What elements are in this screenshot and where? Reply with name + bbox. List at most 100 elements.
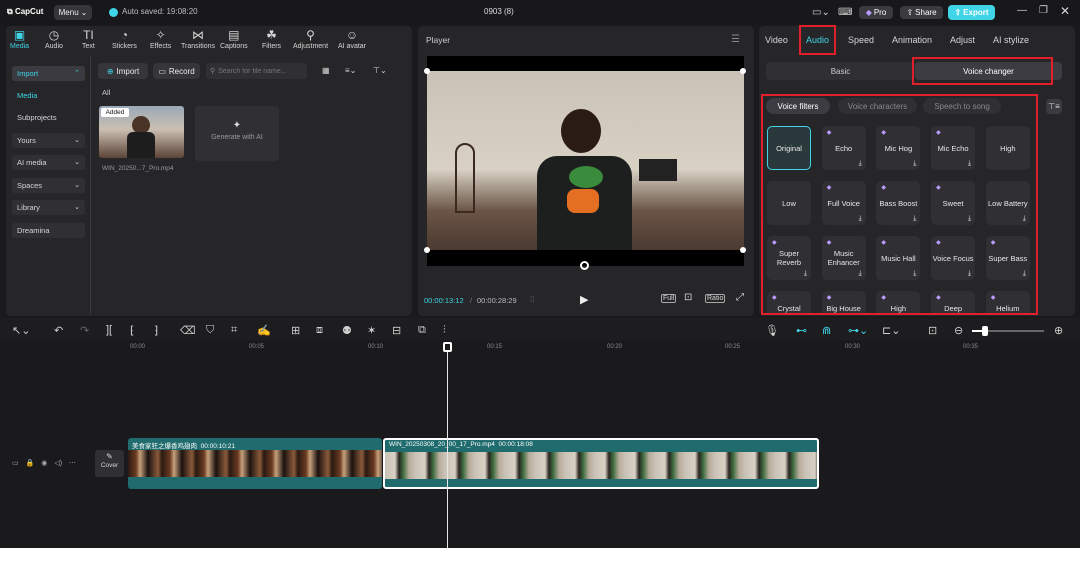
tab-adjustment[interactable]: ⚲ Adjustment <box>293 29 328 51</box>
zoom-out-icon[interactable]: ⊖ <box>954 324 963 337</box>
search-input[interactable] <box>218 67 307 75</box>
timeline-clip-2[interactable]: WIN_20250308_20_00_17_Pro.mp4 00:00:18:0… <box>383 438 819 489</box>
filter-all[interactable]: All <box>102 88 110 97</box>
playhead-handle[interactable] <box>443 342 452 352</box>
tab-label: Effects <box>150 43 172 50</box>
ai-tool-icon[interactable]: ✍ <box>257 324 271 337</box>
layout-icon[interactable]: ▭⌄ <box>812 7 830 18</box>
split-left-icon[interactable]: ⁅ <box>130 324 134 337</box>
tab-stickers[interactable]: ◔ Stickers <box>112 29 137 51</box>
split-right-icon[interactable]: ⁆ <box>154 324 158 337</box>
shield-icon[interactable]: ⛉ <box>206 324 214 337</box>
snapshot-icon[interactable]: ⊡ <box>684 292 692 303</box>
chevron-up-icon: ⌃ <box>74 70 80 77</box>
filter-sort-icon[interactable]: ⊤≡ <box>1046 99 1062 114</box>
timeline-ruler[interactable] <box>128 342 1080 356</box>
tab-text[interactable]: TI Text <box>82 29 95 51</box>
minimize-icon[interactable]: — <box>1017 5 1027 16</box>
search-box[interactable]: ⚲ <box>206 63 307 79</box>
zoom-slider-handle[interactable] <box>982 326 988 336</box>
tab-media[interactable]: ▣ Media <box>10 29 29 51</box>
media-clip-thumbnail[interactable]: Added <box>99 106 184 158</box>
crop-handle[interactable] <box>740 247 746 253</box>
undo-icon[interactable]: ↶ <box>54 324 63 337</box>
crop-icon[interactable]: ⌗ <box>231 324 237 337</box>
close-icon[interactable]: ✕ <box>1060 4 1070 18</box>
rotate-handle[interactable] <box>580 261 589 270</box>
keyboard-icon[interactable]: ⌨ <box>838 7 852 18</box>
split-icon[interactable]: ][ <box>106 324 112 336</box>
link-icon[interactable]: ⊷ <box>796 324 807 337</box>
waveform-icon[interactable]: ⁞⁞ <box>530 295 534 304</box>
eye-icon[interactable]: ◉ <box>41 460 47 467</box>
tab-captions[interactable]: ▤ Captions <box>220 29 248 51</box>
fullscreen-icon[interactable]: ⤢ <box>736 292 744 303</box>
tab-audio[interactable]: ◷ Audio <box>45 29 63 51</box>
import-button[interactable]: ⊕ Import <box>98 63 148 79</box>
sidebar-item-ai-media[interactable]: AI media ⌄ <box>12 155 85 170</box>
cover-button[interactable]: ✎ Cover <box>95 450 124 477</box>
full-button[interactable]: Full <box>661 294 677 303</box>
sidebar-item-spaces[interactable]: Spaces ⌄ <box>12 178 85 193</box>
project-title[interactable]: 0903 (8) <box>484 7 514 16</box>
filter-icon[interactable]: ⊤⌄ <box>373 66 387 75</box>
crop-handle[interactable] <box>424 68 430 74</box>
zoom-in-icon[interactable]: ⊕ <box>1054 324 1063 337</box>
lock-icon[interactable]: 🔒 <box>26 460 35 467</box>
screen-icon[interactable]: ⧉ <box>418 324 426 337</box>
redo-icon[interactable]: ↷ <box>80 324 89 337</box>
subtab-basic[interactable]: Basic <box>766 62 915 80</box>
record-button[interactable]: ▭ Record <box>153 63 200 79</box>
generate-ai-card[interactable]: ✦ Generate with AI <box>195 106 279 161</box>
tab-animation[interactable]: Animation <box>892 35 932 45</box>
tab-transitions[interactable]: ⋈ Transitions <box>181 29 215 51</box>
export-button[interactable]: ⇧ Export <box>948 5 995 20</box>
sidebar-item-library[interactable]: Library ⌄ <box>12 200 85 215</box>
caption-icon[interactable]: ⊡ <box>928 324 937 337</box>
more-icon[interactable]: ⋯ <box>69 460 76 467</box>
sidebar-item-media[interactable]: Media <box>12 88 85 103</box>
magic-icon[interactable]: ✶ <box>367 324 376 337</box>
grid-view-icon[interactable]: ▦ <box>322 66 330 75</box>
sort-icon[interactable]: ≡⌄ <box>345 66 356 75</box>
image-icon[interactable]: ⊞ <box>291 324 300 337</box>
sidebar-item-yours[interactable]: Yours ⌄ <box>12 133 85 148</box>
speaker-icon[interactable]: ◁) <box>54 460 62 467</box>
crop-handle[interactable] <box>424 247 430 253</box>
menu-button[interactable]: Menu ⌄ <box>54 5 92 20</box>
video-frame[interactable] <box>427 71 744 250</box>
tab-ai-avatar[interactable]: ☺ AI avatar <box>338 29 366 51</box>
child-head <box>561 109 601 153</box>
player-title: Player <box>426 35 451 45</box>
play-icon[interactable]: ▶ <box>580 293 588 306</box>
audio-split-icon[interactable]: ⫶ <box>443 324 446 337</box>
share-button[interactable]: ⇪ Share <box>900 6 943 19</box>
subtitle-icon[interactable]: ⊟ <box>392 324 401 337</box>
track-icon[interactable]: ▭ <box>12 460 19 467</box>
tab-effects[interactable]: ✧ Effects <box>150 29 172 51</box>
sidebar-item-import[interactable]: Import ⌃ <box>12 66 85 81</box>
tab-filters[interactable]: ☘ Filters <box>262 29 281 51</box>
player-menu-icon[interactable]: ☰ <box>731 34 740 45</box>
preview-axis-icon[interactable]: ⊏⌄ <box>882 324 900 337</box>
ratio-button[interactable]: Ratio <box>705 294 726 303</box>
pro-button[interactable]: ◆ Pro <box>859 6 893 19</box>
sidebar-item-dreamina[interactable]: Dreamina <box>12 223 85 238</box>
crop-handle[interactable] <box>740 68 746 74</box>
tab-ai-stylize[interactable]: AI stylize <box>993 35 1029 45</box>
snap-icon[interactable]: ⊶⌄ <box>848 324 868 337</box>
select-icon[interactable]: ↖⌄ <box>12 324 30 337</box>
tab-video[interactable]: Video <box>765 35 788 45</box>
timeline-clip-1[interactable]: 美食家狂之爆香鸡翅肉 00:00:10:21 <box>128 438 382 489</box>
tab-adjust[interactable]: Adjust <box>950 35 975 45</box>
freeze-icon[interactable]: ⧈ <box>316 324 323 337</box>
maximize-icon[interactable]: ❐ <box>1039 5 1048 16</box>
playhead[interactable] <box>447 346 448 548</box>
autosave-icon <box>109 8 118 17</box>
microphone-icon[interactable]: 🎙 <box>765 324 779 337</box>
sidebar-item-subprojects[interactable]: Subprojects <box>12 110 85 125</box>
magnet-icon[interactable]: ⋒ <box>822 324 831 337</box>
tab-speed[interactable]: Speed <box>848 35 874 45</box>
person-icon[interactable]: ⚉ <box>342 324 352 337</box>
delete-icon[interactable]: ⌫ <box>180 324 196 337</box>
